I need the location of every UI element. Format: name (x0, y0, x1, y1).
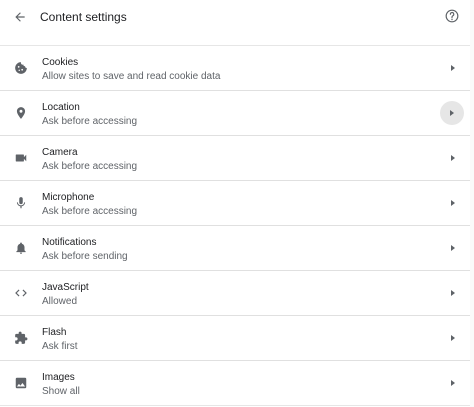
setting-description: Ask before sending (42, 251, 128, 262)
settings-list: Cookies Allow sites to save and read coo… (0, 45, 474, 406)
setting-description: Ask before accessing (42, 116, 138, 127)
setting-text: Notifications Ask before sending (42, 236, 128, 263)
setting-text: Cookies Allow sites to save and read coo… (42, 56, 220, 83)
setting-description: Show all (42, 386, 80, 397)
setting-name: Camera (42, 147, 78, 158)
setting-name: Location (42, 102, 80, 113)
setting-text: JavaScript Allowed (42, 281, 89, 308)
setting-name: Microphone (42, 192, 95, 203)
setting-row-images[interactable]: Images Show all (0, 360, 474, 406)
bell-icon (14, 241, 28, 255)
setting-text: Flash Ask first (42, 326, 78, 353)
microphone-icon (14, 196, 28, 210)
setting-description: Ask before accessing (42, 206, 138, 217)
camera-icon (14, 151, 28, 165)
chevron-right-icon[interactable] (448, 198, 458, 208)
setting-description: Allowed (42, 296, 78, 307)
setting-text: Camera Ask before accessing (42, 146, 137, 173)
setting-name: Cookies (42, 57, 79, 68)
setting-name: Notifications (42, 237, 97, 248)
setting-row-camera[interactable]: Camera Ask before accessing (0, 135, 474, 180)
setting-row-javascript[interactable]: JavaScript Allowed (0, 270, 474, 315)
setting-row-location[interactable]: Location Ask before accessing (0, 90, 474, 135)
setting-row-cookies[interactable]: Cookies Allow sites to save and read coo… (0, 45, 474, 90)
code-icon (14, 286, 28, 300)
chevron-right-icon[interactable] (440, 101, 464, 125)
setting-description: Ask first (42, 341, 78, 352)
image-icon (14, 376, 28, 390)
arrow-left-icon (15, 12, 25, 22)
setting-text: Images Show all (42, 371, 80, 398)
chevron-right-icon[interactable] (448, 153, 458, 163)
setting-row-microphone[interactable]: Microphone Ask before accessing (0, 180, 474, 225)
setting-description: Allow sites to save and read cookie data (42, 71, 221, 82)
chevron-right-icon[interactable] (448, 333, 458, 343)
setting-text: Microphone Ask before accessing (42, 191, 137, 218)
page-title: Content settings (40, 10, 127, 24)
scrollbar[interactable] (470, 0, 474, 407)
setting-name: JavaScript (42, 282, 89, 293)
setting-row-notifications[interactable]: Notifications Ask before sending (0, 225, 474, 270)
help-circle-icon (445, 9, 459, 23)
location-pin-icon (14, 106, 28, 120)
help-button[interactable] (445, 9, 459, 23)
chevron-right-icon[interactable] (448, 288, 458, 298)
content-settings-page: Content settings Cookies Allow sites to … (0, 0, 474, 407)
chevron-right-icon[interactable] (448, 243, 458, 253)
chevron-right-icon[interactable] (448, 63, 458, 73)
puzzle-icon (14, 331, 28, 345)
header: Content settings (0, 0, 474, 35)
setting-text: Location Ask before accessing (42, 101, 137, 128)
setting-row-flash[interactable]: Flash Ask first (0, 315, 474, 360)
back-button[interactable] (12, 9, 28, 25)
setting-name: Images (42, 372, 75, 383)
chevron-right-icon[interactable] (448, 378, 458, 388)
cookie-icon (14, 61, 28, 75)
setting-description: Ask before accessing (42, 161, 138, 172)
setting-name: Flash (42, 327, 67, 338)
